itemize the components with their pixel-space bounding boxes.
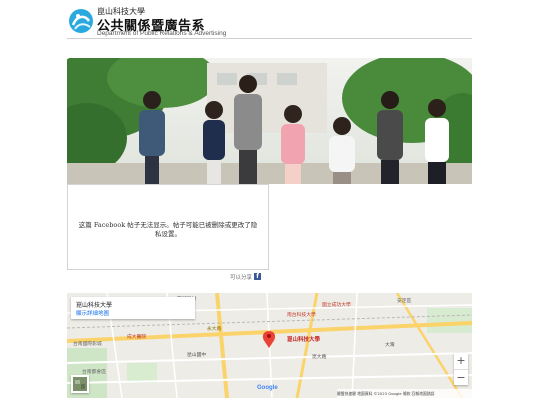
map-label: 昆山國中 [187,353,207,358]
google-logo[interactable]: Google [257,385,278,391]
map-label: 國立成功大學 [322,303,351,308]
map-info-card: 崑山科技大學 顯示詳細地圖 [71,297,195,319]
university-logo-icon[interactable] [67,7,95,35]
map-label: 永大路 [207,327,222,332]
site-header: 崑山科技大學 公共關係暨廣告系 Department of Public Rel… [67,4,472,38]
pin-label: 崑山科技大學 [287,337,321,343]
google-map[interactable]: 崑山科技大學 西湖三村 成大醫院 台南國際影城 永大路 南台科技大學 大灣 崑大… [67,293,472,398]
satellite-icon [73,377,87,391]
satellite-toggle-button[interactable] [71,375,89,393]
map-label: 台南都會區 [82,370,106,375]
header-divider [67,38,472,39]
zoom-out-button[interactable]: − [454,370,468,386]
map-footer[interactable]: 鍵盤快速鍵 地圖資料 ©2023 Google 條款 回報地圖錯誤 [337,389,472,398]
view-larger-map-link[interactable]: 顯示詳細地圖 [76,309,109,317]
facebook-unavailable-message: 这篇 Facebook 帖子无法显示。帖子可能已被删除或更改了隐私设置。 [78,221,258,238]
banner-photo [67,58,472,184]
map-label: 成大醫院 [127,335,147,340]
google-logo-text: Google [257,385,278,391]
map-card-title: 崑山科技大學 [76,302,113,309]
map-label: 崑大路 [312,355,327,360]
map-label: 安定區 [397,299,412,304]
map-label: 南台科技大學 [287,313,316,318]
map-label: 台南國際影城 [73,342,102,347]
map-label: 大灣 [385,343,395,348]
zoom-in-button[interactable]: + [454,353,468,369]
department-title-en: Department of Public Relations & Adverti… [97,30,227,37]
share-label[interactable]: 可以分享 [230,273,252,281]
facebook-embed: 这篇 Facebook 帖子无法显示。帖子可能已被删除或更改了隐私设置。 [67,184,269,270]
facebook-icon[interactable]: f [254,273,261,280]
zoom-controls: + − [454,353,468,385]
